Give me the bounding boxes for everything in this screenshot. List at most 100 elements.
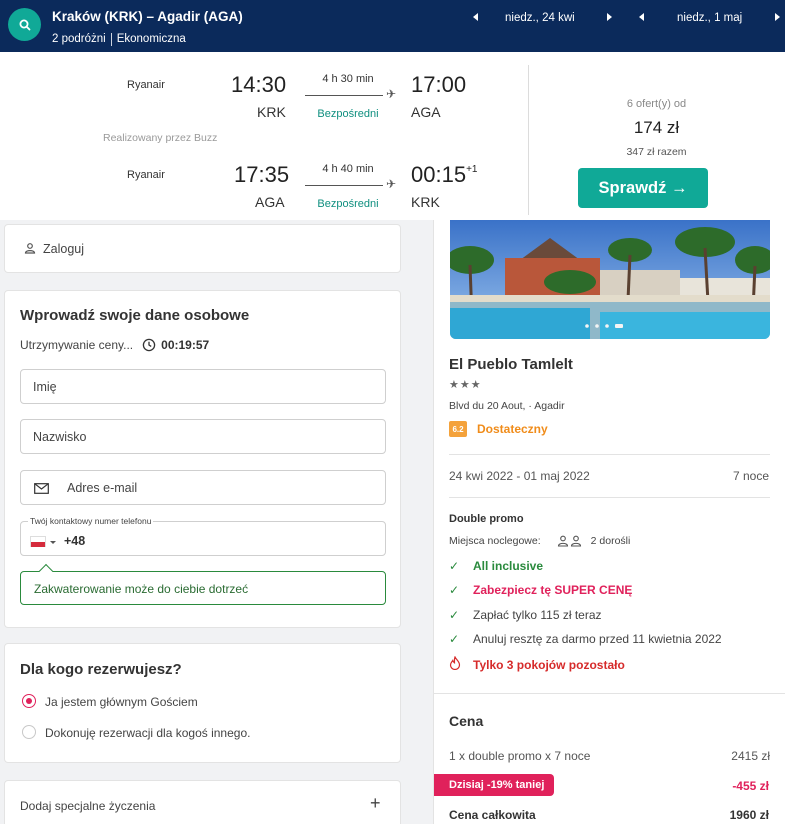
price-line: 1 x double promo x 7 noce 2415 zł [449, 749, 770, 763]
inbound-duration: 4 h 40 min [322, 163, 374, 175]
hold-timer: 00:19:57 [161, 338, 210, 352]
outbound-dep-code: KRK [257, 104, 286, 120]
feature-cancel: ✓ Anuluj resztę za darmo przed 11 kwietn… [449, 632, 722, 646]
inbound-arr-time: 00:15+1 [411, 162, 477, 188]
last-name-field[interactable]: Nazwisko [20, 419, 386, 454]
price-hold: Utrzymywanie ceny... 00:19:57 [20, 338, 209, 352]
inbound-arr-time-value: 00:15 [411, 162, 467, 187]
depart-next-arrow-icon[interactable] [607, 13, 612, 21]
divider [449, 497, 770, 498]
hotel-name[interactable]: El Pueblo Tamlelt [449, 356, 573, 373]
booking-for-title: Dla kogo rezerwujesz? [20, 661, 182, 678]
feature-pay-now: ✓ Zapłać tylko 115 zł teraz [449, 608, 602, 622]
inbound-line [305, 185, 383, 186]
beds-label: Miejsca noclegowe: [449, 535, 541, 547]
note-tip [38, 563, 54, 579]
outbound-line [305, 95, 383, 96]
feature-rooms-left-text: Tylko 3 pokojów pozostało [473, 657, 625, 672]
hotel-stars: ★★★ [449, 379, 482, 391]
divider [434, 693, 785, 694]
phone-label: Twój kontaktowy numer telefonu [28, 516, 154, 526]
outbound-duration: 4 h 30 min [322, 73, 374, 85]
login-label[interactable]: Zaloguj [43, 242, 84, 256]
first-name-placeholder: Imię [33, 380, 57, 394]
feature-pay-now-text: Zapłać tylko 115 zł teraz [473, 608, 602, 622]
envelope-icon [34, 483, 49, 494]
outbound-dep-time: 14:30 [231, 72, 287, 97]
hold-label: Utrzymywanie ceny... [20, 338, 134, 352]
radio-other[interactable] [22, 725, 36, 739]
guests-count: 2 dorośli [590, 535, 631, 547]
feature-super-price: ✓ Zabezpiecz tę SUPER CENĘ [449, 583, 632, 597]
feature-cancel-text: Anuluj resztę za darmo przed 11 kwietnia… [473, 632, 722, 646]
beds-info: Miejsca noclegowe: 2 dorośli [449, 535, 630, 547]
feature-rooms-left: Tylko 3 pokojów pozostało [449, 655, 625, 673]
check-icon: ✓ [449, 559, 460, 573]
radio-self-label[interactable]: Ja jestem głównym Gościem [45, 695, 198, 709]
plane-icon: ✈ [386, 177, 397, 191]
guests: 2 dorośli [557, 535, 631, 547]
plane-icon: ✈ [386, 87, 397, 101]
review-rating: Dostateczny [477, 422, 548, 436]
personal-details-card: Wprowadź swoje dane osobowe Utrzymywanie… [4, 290, 401, 628]
review-score: 6.2 [449, 421, 467, 437]
return-prev-arrow-icon[interactable] [639, 13, 644, 21]
price-title: Cena [449, 713, 484, 729]
total-value: 1960 zł [729, 808, 769, 822]
email-placeholder: Adres e-mail [67, 481, 138, 495]
stay-nights: 7 noce [732, 469, 769, 483]
outbound-stops: Bezpośredni [317, 108, 379, 120]
inbound-stops: Bezpośredni [317, 198, 379, 210]
depart-prev-arrow-icon[interactable] [473, 13, 478, 21]
people-icon [557, 535, 581, 547]
operated-by: Realizowany przez Buzz [103, 132, 218, 144]
depart-date[interactable]: niedz., 24 kwi [505, 12, 575, 24]
search-icon [19, 19, 30, 30]
return-date[interactable]: niedz., 1 maj [677, 12, 742, 24]
travellers-count: 2 podróżni [52, 33, 106, 45]
price-line-label: 1 x double promo x 7 noce [449, 749, 591, 763]
plus-icon[interactable]: + [370, 793, 381, 814]
room-type: Double promo [449, 513, 524, 525]
search-button[interactable] [8, 8, 41, 41]
special-wishes-label[interactable]: Dodaj specjalne życzenia [20, 799, 155, 813]
price-line-value: 2415 zł [731, 749, 770, 763]
hotel-summary: El Pueblo Tamlelt ★★★ Blvd du 20 Aout, ·… [433, 220, 785, 824]
vertical-divider [528, 65, 529, 215]
personal-title: Wprowadź swoje dane osobowe [20, 307, 250, 324]
stay-dates: 24 kwi 2022 - 01 maj 2022 [449, 469, 590, 483]
discount-badge: Dzisiaj -19% taniej [434, 774, 554, 796]
first-name-field[interactable]: Imię [20, 369, 386, 404]
outbound-arr-time: 17:00 [411, 72, 467, 97]
last-name-placeholder: Nazwisko [33, 430, 87, 444]
inbound-dep-time: 17:35 [234, 162, 290, 187]
day-offset: +1 [466, 164, 478, 175]
hotel-address: Blvd du 20 Aout, · Agadir [449, 400, 565, 412]
email-field[interactable]: Adres e-mail [20, 470, 386, 505]
flight-total: 347 zł razem [626, 146, 687, 158]
login-card[interactable]: Zaloguj [4, 224, 401, 273]
trip-meta: 2 podróżni Ekonomiczna [52, 33, 186, 46]
check-icon: ✓ [449, 632, 460, 646]
chevron-down-icon[interactable] [50, 541, 56, 544]
radio-other-label[interactable]: Dokonuję rezerwacji dla kogoś innego. [45, 726, 250, 740]
hotel-photo[interactable] [450, 220, 770, 339]
phone-note-text: Zakwaterowanie może do ciebie dotrzeć [34, 582, 249, 596]
check-icon: ✓ [449, 583, 460, 597]
phone-note: Zakwaterowanie może do ciebie dotrzeć [20, 563, 386, 605]
phone-field[interactable]: Twój kontaktowy numer telefonu +48 [20, 516, 386, 556]
cabin-class: Ekonomiczna [116, 33, 186, 45]
top-bar: Kraków (KRK) – Agadir (AGA) 2 podróżni E… [0, 0, 785, 52]
poland-flag-icon[interactable] [30, 536, 46, 547]
offers-count: 6 ofert(y) od [626, 98, 687, 110]
outbound-airline: Ryanair [127, 79, 165, 91]
return-next-arrow-icon[interactable] [775, 13, 780, 21]
radio-self[interactable] [22, 694, 36, 708]
feature-all-inclusive: ✓ All inclusive [449, 559, 543, 573]
discount-value: -455 zł [732, 779, 769, 793]
check-button[interactable]: Sprawdź → [578, 168, 708, 208]
inbound-dep-code: AGA [255, 194, 285, 210]
special-wishes-card[interactable]: Dodaj specjalne życzenia + [4, 780, 401, 824]
check-icon: ✓ [449, 608, 460, 622]
flame-icon [449, 655, 465, 673]
